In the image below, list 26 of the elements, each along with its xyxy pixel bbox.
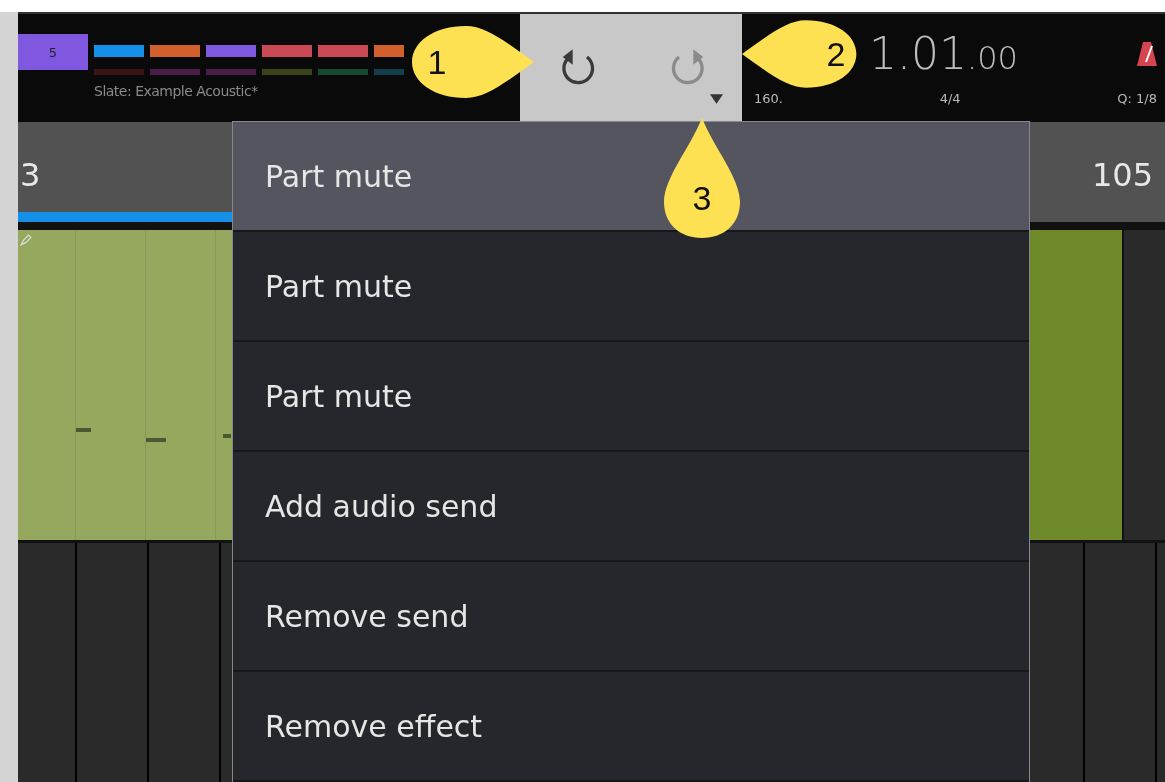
midi-note[interactable]: [146, 438, 166, 442]
clip[interactable]: [1028, 230, 1124, 540]
track-slot[interactable]: [374, 45, 404, 57]
caret-icon[interactable]: [710, 94, 723, 104]
bar-number: 105: [1091, 156, 1153, 194]
menu-item[interactable]: Part mute: [233, 342, 1029, 452]
metronome-icon[interactable]: [1137, 41, 1157, 66]
time-signature-label: 4/4: [939, 91, 961, 106]
midi-note[interactable]: [223, 434, 231, 438]
loop-bar[interactable]: [18, 212, 232, 222]
track-slot[interactable]: [150, 45, 200, 57]
midi-note[interactable]: [76, 428, 91, 432]
slate-name: Slate: Example Acoustic*: [94, 83, 259, 99]
tempo-label: 160.: [754, 91, 783, 106]
pencil-icon: [20, 234, 32, 246]
track-slot[interactable]: [206, 45, 256, 57]
bar-number: 3: [20, 156, 41, 194]
quantize-label: Q: 1/8: [1117, 91, 1157, 106]
menu-item[interactable]: Remove effect: [233, 672, 1029, 782]
menu-item[interactable]: Add audio send: [233, 452, 1029, 562]
position-display: 1.01.00: [869, 28, 1018, 79]
track-slot[interactable]: [318, 45, 368, 57]
callout-marker: 3: [662, 118, 742, 238]
track-slot[interactable]: [94, 45, 144, 57]
track-slot[interactable]: [262, 45, 312, 57]
menu-item[interactable]: Remove send: [233, 562, 1029, 672]
